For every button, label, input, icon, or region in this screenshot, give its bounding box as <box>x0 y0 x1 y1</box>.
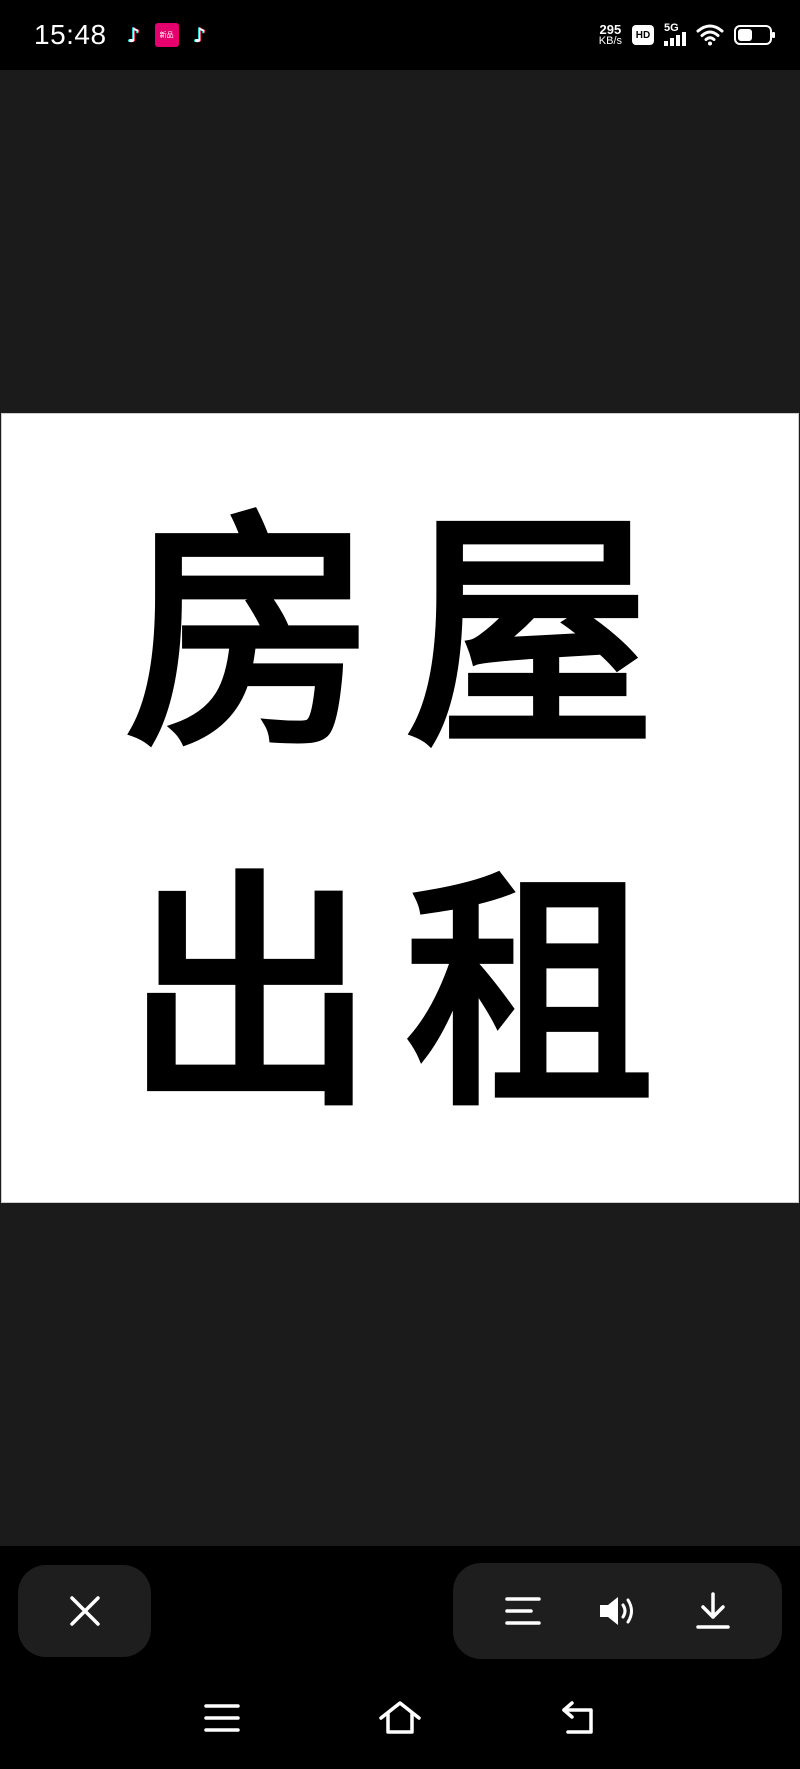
system-indicators: 295 KB/s HD 5G <box>599 22 775 47</box>
displayed-image[interactable]: 房 屋 出 租 <box>1 413 799 1203</box>
image-character: 屋 <box>405 490 655 781</box>
download-icon <box>695 1592 730 1629</box>
image-character: 出 <box>125 850 375 1141</box>
nav-home-button[interactable] <box>370 1688 430 1748</box>
download-button[interactable] <box>683 1581 743 1641</box>
image-character: 租 <box>405 850 655 1141</box>
wifi-icon <box>696 24 724 46</box>
signal-icon: 5G <box>664 22 686 46</box>
menu-icon <box>204 1704 240 1732</box>
action-toolbar <box>453 1563 782 1659</box>
navigation-bar <box>0 1666 800 1769</box>
read-aloud-button[interactable] <box>588 1581 648 1641</box>
app-badge-icon: 新品 <box>154 23 179 47</box>
image-character: 房 <box>125 490 375 781</box>
battery-icon <box>734 25 775 45</box>
network-speed-unit: KB/s <box>598 35 622 47</box>
close-icon <box>69 1596 100 1626</box>
home-icon <box>379 1701 421 1734</box>
more-options-button[interactable] <box>493 1581 553 1641</box>
speaker-icon <box>599 1597 633 1625</box>
bottom-controls <box>0 1546 800 1666</box>
nav-back-button[interactable] <box>548 1688 608 1748</box>
image-viewer[interactable]: 房 屋 出 租 <box>0 70 800 1546</box>
status-time: 15:48 <box>34 19 107 50</box>
status-bar: 15:48 ♪ 新品 ♪ 295 KB/s HD 5G <box>0 0 800 70</box>
notification-icons: ♪ 新品 ♪ <box>123 23 211 47</box>
network-speed: 295 KB/s <box>599 23 622 47</box>
tiktok-icon: ♪ <box>193 23 206 47</box>
nav-recents-button[interactable] <box>192 1688 252 1748</box>
network-type: 5G <box>664 22 679 34</box>
tiktok-icon: ♪ <box>127 23 140 47</box>
hd-icon: HD <box>632 25 654 45</box>
close-button[interactable] <box>18 1565 151 1657</box>
back-icon <box>562 1701 593 1734</box>
menu-icon <box>504 1597 541 1625</box>
